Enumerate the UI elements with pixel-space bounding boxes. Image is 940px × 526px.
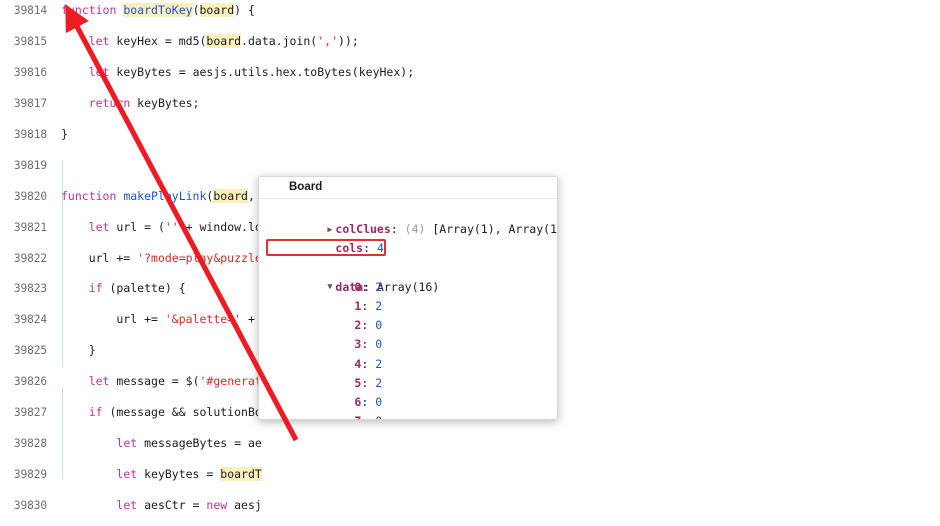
- indent-guide-getsolved: [62, 387, 63, 479]
- popup-property-list[interactable]: ▶colClues: (4) [Array(1), Array(1), Arra…: [259, 199, 557, 419]
- object-inspector-popup[interactable]: Board ▶colClues: (4) [Array(1), Array(1)…: [258, 176, 558, 420]
- array-item-row[interactable]: 0: 2: [259, 259, 557, 294]
- array-item-row[interactable]: 2: 0: [259, 297, 557, 332]
- array-item-row[interactable]: 7: 0: [259, 393, 557, 419]
- line-number: 39821: [13, 220, 47, 234]
- line-number: 39822: [13, 251, 47, 265]
- line-number: 39829: [13, 468, 47, 482]
- line-content: let aesCtr = new aesj: [116, 498, 262, 512]
- line-content: let keyBytes = boardT: [116, 467, 262, 482]
- code-line[interactable]: 39830 let aesCtr = new aesj: [0, 498, 940, 513]
- line-number: 39814: [13, 4, 47, 17]
- code-line[interactable]: 39815 let keyHex = md5(board.data.join('…: [0, 33, 940, 49]
- line-content: function boardToKey(board) {: [61, 3, 255, 17]
- line-number: 39820: [13, 189, 47, 203]
- code-line[interactable]: 39817 return keyBytes;: [0, 96, 940, 111]
- annotation-highlight-box: [266, 239, 386, 257]
- line-number: 39825: [13, 344, 47, 358]
- line-number: 39818: [13, 127, 47, 141]
- line-number: 39828: [13, 437, 47, 451]
- line-number: 39816: [13, 65, 47, 79]
- property-row-colClues[interactable]: ▶colClues: (4) [Array(1), Array(1), Arra…: [259, 201, 557, 236]
- code-line[interactable]: 39816 let keyBytes = aesjs.utils.hex.toB…: [0, 65, 940, 80]
- code-line[interactable]: 39829 let keyBytes = boardT: [0, 467, 940, 482]
- line-number: 39815: [13, 34, 47, 48]
- array-item-row[interactable]: 3: 0: [259, 316, 557, 351]
- array-item-row[interactable]: 1: 2: [259, 278, 557, 313]
- line-number: 39823: [13, 282, 47, 296]
- popup-title: Board: [259, 177, 557, 199]
- line-number: 39824: [13, 313, 47, 327]
- code-line[interactable]: 39814 function boardToKey(board) {: [0, 3, 940, 18]
- line-content: }: [61, 126, 68, 141]
- code-line[interactable]: 39819: [0, 158, 940, 173]
- array-item-row[interactable]: 6: 0: [259, 374, 557, 409]
- code-line[interactable]: 39828 let messageBytes = ae: [0, 436, 940, 451]
- property-row-cols[interactable]: cols: 4: [259, 220, 557, 255]
- line-content: let keyBytes = aesjs.utils.hex.toBytes(k…: [88, 64, 415, 79]
- code-line[interactable]: 39818 }: [0, 127, 940, 142]
- line-number: 39827: [13, 406, 47, 420]
- line-number: 39826: [13, 375, 47, 389]
- line-content: [61, 158, 940, 173]
- line-number: 39817: [13, 96, 47, 110]
- line-content: let keyHex = md5(board.data.join(','));: [88, 33, 359, 48]
- line-content: let messageBytes = ae: [116, 436, 262, 451]
- property-row-data[interactable]: ▼ data: Array(16): [259, 239, 557, 294]
- devtools-sources-panel: 39814 function boardToKey(board) { 39815…: [0, 0, 940, 526]
- line-number: 39830: [13, 499, 47, 512]
- array-item-row[interactable]: 5: 2: [259, 355, 557, 390]
- line-content: return keyBytes;: [88, 95, 200, 110]
- array-item-row[interactable]: 8: 0: [259, 412, 557, 419]
- line-number: 39819: [13, 158, 47, 172]
- array-item-row[interactable]: 4: 2: [259, 335, 557, 371]
